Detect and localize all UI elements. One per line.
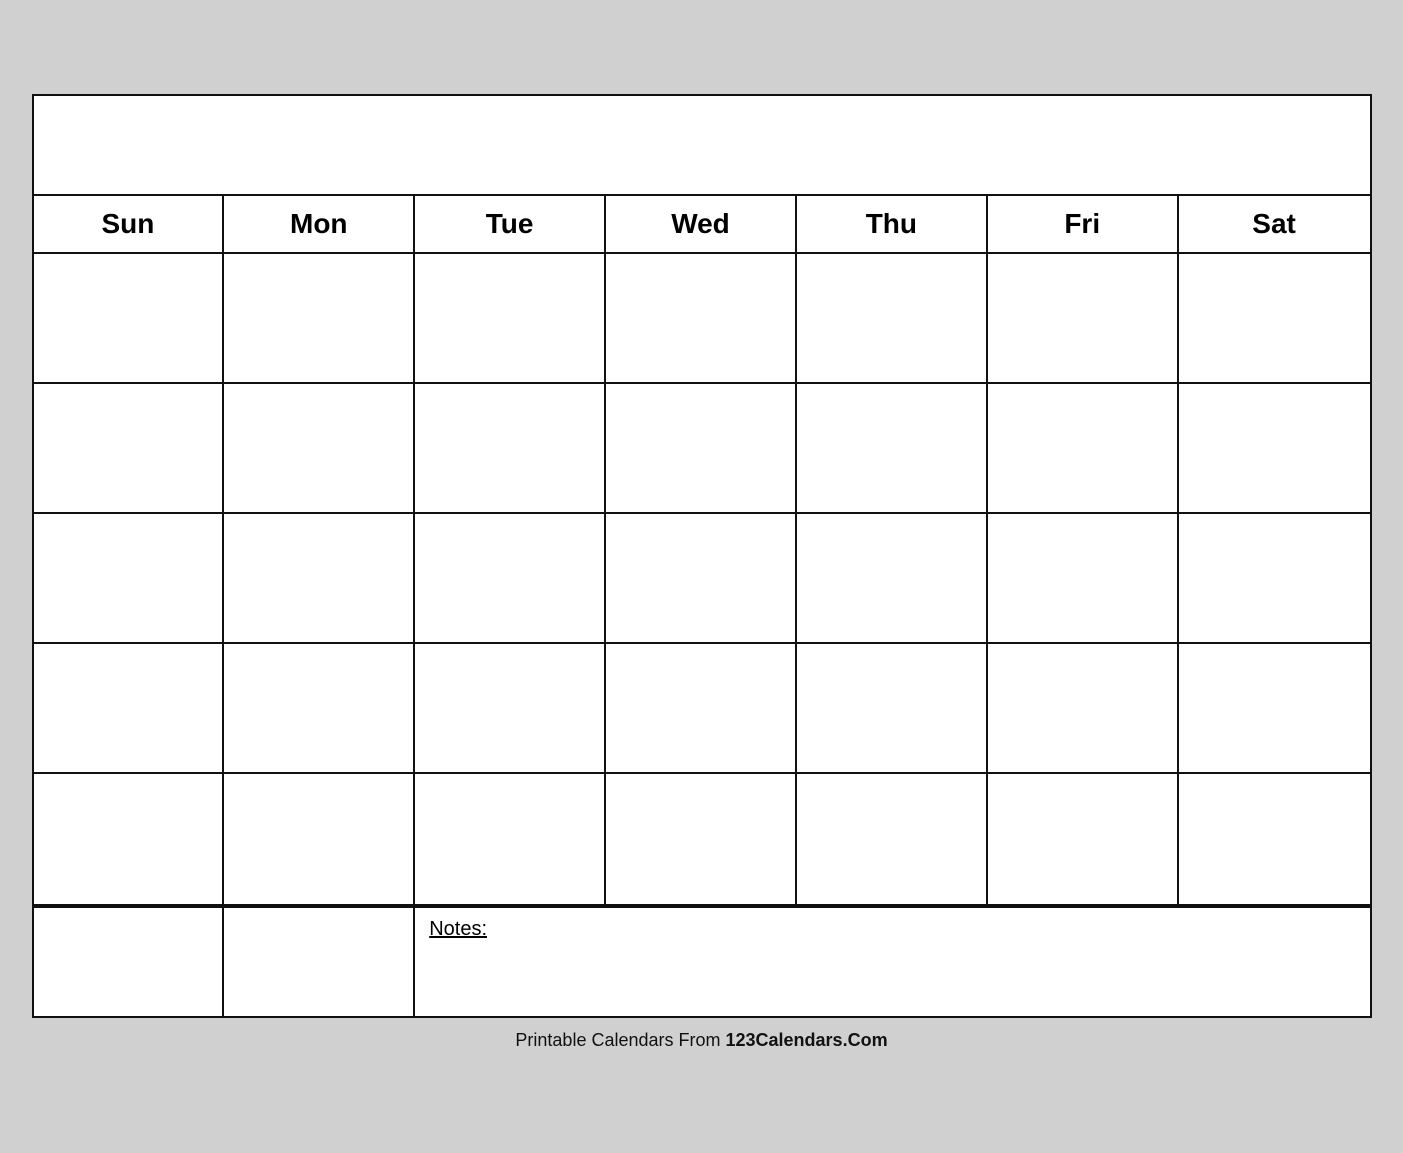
header-sun: Sun	[34, 196, 225, 254]
cell-r2-mon[interactable]	[224, 384, 415, 514]
footer-text-plain: Printable Calendars From	[515, 1030, 725, 1050]
cell-r4-tue[interactable]	[415, 644, 606, 774]
cell-r2-thu[interactable]	[797, 384, 988, 514]
cell-r2-sun[interactable]	[34, 384, 225, 514]
cell-r5-mon[interactable]	[224, 774, 415, 904]
cell-r3-sat[interactable]	[1179, 514, 1370, 644]
cell-r4-fri[interactable]	[988, 644, 1179, 774]
cell-r4-mon[interactable]	[224, 644, 415, 774]
cell-r5-tue[interactable]	[415, 774, 606, 904]
header-sat: Sat	[1179, 196, 1370, 254]
cell-r1-sat[interactable]	[1179, 254, 1370, 384]
calendar-row-2	[34, 384, 1370, 514]
cell-r1-thu[interactable]	[797, 254, 988, 384]
cell-r2-sat[interactable]	[1179, 384, 1370, 514]
calendar-title-row	[34, 96, 1370, 196]
notes-content-cell[interactable]: Notes:	[415, 906, 1369, 1016]
calendar-row-3	[34, 514, 1370, 644]
cell-r4-thu[interactable]	[797, 644, 988, 774]
header-thu: Thu	[797, 196, 988, 254]
cell-r3-thu[interactable]	[797, 514, 988, 644]
cell-r5-wed[interactable]	[606, 774, 797, 904]
calendar-body	[34, 254, 1370, 904]
calendar-row-1	[34, 254, 1370, 384]
cell-r2-wed[interactable]	[606, 384, 797, 514]
cell-r5-fri[interactable]	[988, 774, 1179, 904]
cell-r5-sun[interactable]	[34, 774, 225, 904]
notes-empty-cell-1	[34, 906, 225, 1016]
cell-r1-fri[interactable]	[988, 254, 1179, 384]
cell-r3-mon[interactable]	[224, 514, 415, 644]
header-wed: Wed	[606, 196, 797, 254]
cell-r2-tue[interactable]	[415, 384, 606, 514]
cell-r4-sun[interactable]	[34, 644, 225, 774]
cell-r1-sun[interactable]	[34, 254, 225, 384]
header-mon: Mon	[224, 196, 415, 254]
cell-r3-wed[interactable]	[606, 514, 797, 644]
cell-r4-wed[interactable]	[606, 644, 797, 774]
calendar-footer: Printable Calendars From 123Calendars.Co…	[32, 1018, 1372, 1059]
calendar-row-4	[34, 644, 1370, 774]
cell-r4-sat[interactable]	[1179, 644, 1370, 774]
cell-r5-thu[interactable]	[797, 774, 988, 904]
cell-r1-mon[interactable]	[224, 254, 415, 384]
calendar-header: Sun Mon Tue Wed Thu Fri Sat	[34, 196, 1370, 254]
calendar-row-5	[34, 774, 1370, 904]
cell-r1-wed[interactable]	[606, 254, 797, 384]
notes-empty-cell-2	[224, 906, 415, 1016]
calendar-container: Sun Mon Tue Wed Thu Fri Sat	[32, 94, 1372, 1018]
cell-r3-sun[interactable]	[34, 514, 225, 644]
header-tue: Tue	[415, 196, 606, 254]
notes-row: Notes:	[34, 904, 1370, 1016]
cell-r3-tue[interactable]	[415, 514, 606, 644]
notes-label: Notes:	[429, 918, 487, 940]
footer-text-bold: 123Calendars.Com	[726, 1030, 888, 1050]
cell-r5-sat[interactable]	[1179, 774, 1370, 904]
header-fri: Fri	[988, 196, 1179, 254]
cell-r1-tue[interactable]	[415, 254, 606, 384]
cell-r3-fri[interactable]	[988, 514, 1179, 644]
cell-r2-fri[interactable]	[988, 384, 1179, 514]
